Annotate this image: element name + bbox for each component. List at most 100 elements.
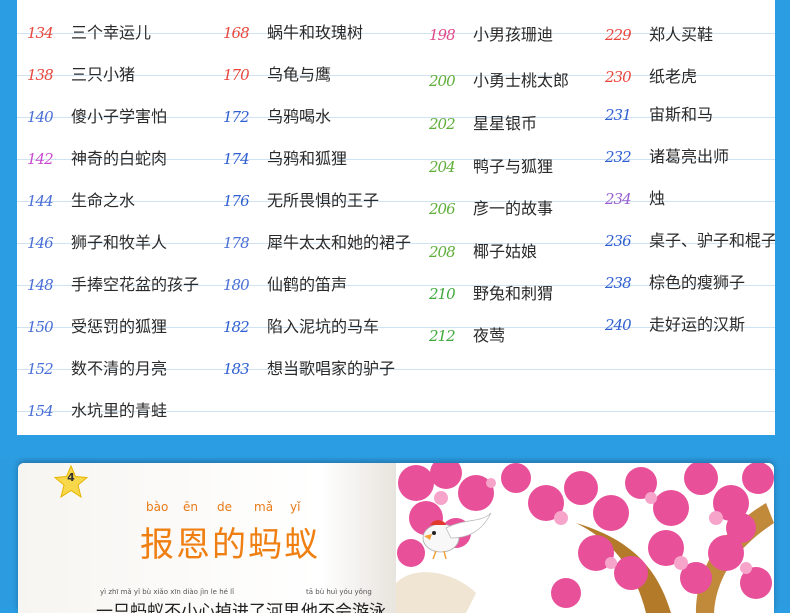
- toc-title: 数不清的月亮: [71, 359, 168, 378]
- toc-title: 乌鸦喝水: [267, 107, 332, 126]
- toc-page-number: 204: [429, 158, 456, 176]
- toc-title: 纸老虎: [649, 67, 698, 86]
- toc-page-number: 238: [605, 274, 632, 292]
- toc-entry[interactable]: 138 三只小猪: [27, 62, 135, 88]
- toc-title: 三个幸运儿: [71, 23, 152, 42]
- table-of-contents: 134 三个幸运儿 138 三只小猪 140 傻小子学害怕 142 神奇的白蛇肉 144…: [17, 0, 775, 435]
- toc-entry[interactable]: 229 郑人买鞋: [605, 22, 713, 48]
- toc-page-number: 134: [27, 24, 54, 42]
- toc-page-number: 138: [27, 66, 54, 84]
- toc-title: 乌龟与鹰: [267, 65, 332, 84]
- toc-entry[interactable]: 234 烛: [605, 186, 665, 212]
- toc-entry[interactable]: 182 陷入泥坑的马车: [223, 314, 379, 340]
- toc-page-number: 200: [429, 72, 456, 90]
- toc-title: 想当歌唱家的驴子: [267, 359, 396, 378]
- toc-entry[interactable]: 144 生命之水: [27, 188, 135, 214]
- toc-page-number: 150: [27, 318, 54, 336]
- toc-title: 诸葛亮出师: [649, 147, 730, 166]
- toc-entry[interactable]: 148 手捧空花盆的孩子: [27, 272, 199, 298]
- toc-page-number: 210: [429, 285, 456, 303]
- toc-entry[interactable]: 170 乌龟与鹰: [223, 62, 331, 88]
- toc-title: 神奇的白蛇肉: [71, 149, 168, 168]
- toc-page-number: 183: [223, 360, 250, 378]
- toc-title: 乌鸦和狐狸: [267, 149, 348, 168]
- toc-title: 受惩罚的狐狸: [71, 317, 168, 336]
- toc-page-number: 212: [429, 327, 456, 345]
- toc-page-number: 142: [27, 150, 54, 168]
- toc-entry[interactable]: 146 狮子和牧羊人: [27, 230, 167, 256]
- toc-page-number: 144: [27, 192, 54, 210]
- toc-title: 野兔和刺猬: [473, 284, 554, 303]
- toc-entry[interactable]: 206 彦一的故事: [429, 196, 553, 222]
- toc-title: 狮子和牧羊人: [71, 233, 168, 252]
- toc-page-number: 240: [605, 316, 632, 334]
- toc-entry[interactable]: 183 想当歌唱家的驴子: [223, 356, 395, 382]
- toc-title: 生命之水: [71, 191, 136, 210]
- toc-entry[interactable]: 178 犀牛太太和她的裙子: [223, 230, 411, 256]
- toc-title: 小勇士桃太郎: [473, 71, 570, 90]
- toc-page-number: 230: [605, 68, 632, 86]
- toc-page-number: 234: [605, 190, 632, 208]
- toc-page-number: 208: [429, 243, 456, 261]
- toc-page-number: 154: [27, 402, 54, 420]
- toc-page-number: 231: [605, 106, 632, 124]
- toc-page-number: 198: [429, 26, 456, 44]
- toc-entry[interactable]: 230 纸老虎: [605, 64, 697, 90]
- toc-title: 傻小子学害怕: [71, 107, 168, 126]
- toc-title: 犀牛太太和她的裙子: [267, 233, 412, 252]
- toc-page-number: 176: [223, 192, 250, 210]
- toc-entry[interactable]: 150 受惩罚的狐狸: [27, 314, 167, 340]
- toc-entry[interactable]: 210 野兔和刺猬: [429, 281, 553, 307]
- toc-title: 走好运的汉斯: [649, 315, 746, 334]
- toc-title: 无所畏惧的王子: [267, 191, 380, 210]
- toc-title: 鸭子与狐狸: [473, 157, 554, 176]
- toc-entry[interactable]: 154 水坑里的青蛙: [27, 398, 167, 424]
- toc-title: 蜗牛和玫瑰树: [267, 23, 364, 42]
- toc-page-number: 232: [605, 148, 632, 166]
- toc-title: 小男孩珊迪: [473, 25, 554, 44]
- toc-entry[interactable]: 134 三个幸运儿: [27, 20, 151, 46]
- toc-title: 宙斯和马: [649, 105, 714, 124]
- toc-entry[interactable]: 174 乌鸦和狐狸: [223, 146, 347, 172]
- toc-title: 椰子姑娘: [473, 242, 538, 261]
- toc-entry[interactable]: 202 星星银币: [429, 111, 537, 137]
- toc-page-number: 140: [27, 108, 54, 126]
- toc-entry[interactable]: 240 走好运的汉斯: [605, 312, 745, 338]
- toc-title: 手捧空花盆的孩子: [71, 275, 200, 294]
- left-page: 4 bào ēn de mǎ yǐ 报恩的蚂蚁 yì zhī mǎ yǐ bù …: [18, 463, 396, 613]
- toc-entry[interactable]: 172 乌鸦喝水: [223, 104, 331, 130]
- toc-entry[interactable]: 231 宙斯和马: [605, 102, 713, 128]
- toc-entry[interactable]: 212 夜莺: [429, 323, 505, 349]
- toc-page-number: 152: [27, 360, 54, 378]
- title-pinyin: de: [217, 500, 232, 514]
- toc-title: 桌子、驴子和棍子: [649, 231, 775, 250]
- open-book: 4 bào ēn de mǎ yǐ 报恩的蚂蚁 yì zhī mǎ yǐ bù …: [18, 463, 774, 613]
- toc-page-number: 180: [223, 276, 250, 294]
- toc-entry[interactable]: 204 鸭子与狐狸: [429, 154, 553, 180]
- toc-entry[interactable]: 200 小勇士桃太郎: [429, 68, 569, 94]
- toc-page-number: 236: [605, 232, 632, 250]
- toc-entry[interactable]: 198 小男孩珊迪: [429, 22, 553, 48]
- toc-entry[interactable]: 176 无所畏惧的王子: [223, 188, 379, 214]
- toc-entry[interactable]: 208 椰子姑娘: [429, 239, 537, 265]
- toc-entry[interactable]: 236 桌子、驴子和棍子: [605, 228, 775, 254]
- toc-entry[interactable]: 232 诸葛亮出师: [605, 144, 729, 170]
- toc-entry[interactable]: 152 数不清的月亮: [27, 356, 167, 382]
- toc-page-number: 174: [223, 150, 250, 168]
- toc-title: 棕色的瘦狮子: [649, 273, 746, 292]
- line-pinyin: yì zhī mǎ yǐ bù xiǎo xīn diào jìn le hé …: [100, 588, 235, 596]
- toc-entry[interactable]: 238 棕色的瘦狮子: [605, 270, 745, 296]
- toc-title: 仙鹤的笛声: [267, 275, 348, 294]
- toc-entry[interactable]: 142 神奇的白蛇肉: [27, 146, 167, 172]
- toc-page-number: 148: [27, 276, 54, 294]
- toc-title: 郑人买鞋: [649, 25, 714, 44]
- toc-title: 彦一的故事: [473, 199, 554, 218]
- toc-entry[interactable]: 180 仙鹤的笛声: [223, 272, 347, 298]
- toc-page-number: 170: [223, 66, 250, 84]
- toc-title: 三只小猪: [71, 65, 136, 84]
- toc-entry[interactable]: 168 蜗牛和玫瑰树: [223, 20, 363, 46]
- toc-title: 陷入泥坑的马车: [267, 317, 380, 336]
- toc-entry[interactable]: 140 傻小子学害怕: [27, 104, 167, 130]
- title-pinyin: ēn: [183, 500, 198, 514]
- toc-page-number: 229: [605, 26, 632, 44]
